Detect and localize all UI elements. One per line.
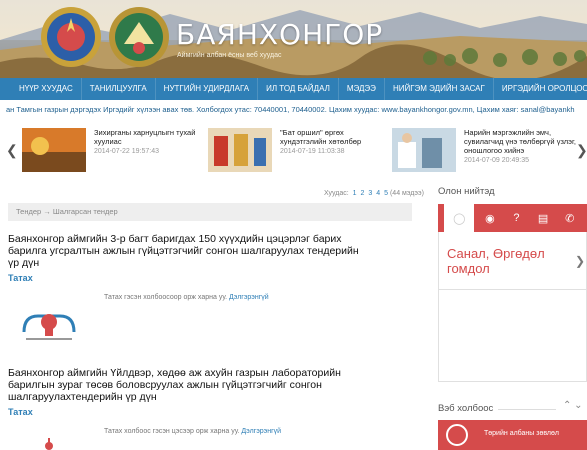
site-title: БАЯНХОНГОР [176, 18, 384, 51]
news-title: "Бат оршил" өргөх хундэтгэлийн хөтөлбөр [280, 128, 362, 146]
council-logo-icon [446, 424, 468, 446]
news-item[interactable]: Зихирганы харнуцлыгн тухай хуулиас 2014-… [22, 126, 212, 174]
news-thumbnail [208, 128, 272, 172]
nav-item-introduction[interactable]: ТАНИЛЦУУЛГА [82, 78, 156, 100]
chat-icon[interactable]: ▤ [532, 207, 554, 229]
article-title[interactable]: Баянхонгор аймгийн 3-р багт баригдах 150… [8, 233, 363, 269]
feedback-panel[interactable]: Санал, Өргөдөл гомдол ❯ [438, 232, 587, 290]
chevron-right-icon: ❯ [575, 254, 586, 268]
page-link[interactable]: 2 [361, 190, 365, 197]
tender-logo-icon [45, 438, 53, 450]
public-section-title: Олон нийтэд [438, 186, 495, 197]
page-link[interactable]: 4 [376, 190, 380, 197]
main-nav: НҮҮР ХУУДАС ТАНИЛЦУУЛГА НУТГИЙН УДИРДЛАГ… [0, 78, 587, 100]
news-title: Зихирганы харнуцлыгн тухай хуулиас [94, 128, 196, 146]
nav-item-civic-participation[interactable]: ИРГЭДИЙН ОРОЛЦОО [494, 78, 587, 100]
public-tabs: ◯ ◉ ? ▤ ✆ [438, 204, 587, 232]
site-subtitle: Аймгийн албан ёсны веб хуудас [177, 52, 282, 59]
pagination: Хуудас: 1 2 3 4 5 (44 мэдээ) [324, 190, 424, 197]
province-emblem-icon [109, 7, 169, 67]
news-date: 2014-07-22 19:57:43 [94, 148, 159, 155]
camera-icon[interactable]: ◉ [479, 207, 501, 229]
weblinks-nav: ⌃ ⌄ [563, 400, 583, 411]
download-link[interactable]: Татах [8, 273, 33, 283]
page-link[interactable]: 5 [384, 190, 388, 197]
news-item[interactable]: Нарийн мэргэжлийн эмч, сувилагчид үнэ тө… [392, 126, 582, 174]
feedback-label: Санал, Өргөдөл гомдол [447, 246, 545, 276]
nav-item-home[interactable]: НҮҮР ХУУДАС [0, 78, 82, 100]
page-link[interactable]: 1 [353, 190, 357, 197]
pagination-count: (44 мэдээ) [389, 190, 424, 197]
news-thumbnail [22, 128, 86, 172]
carousel-next-icon[interactable]: ❯ [576, 142, 587, 159]
news-date: 2014-07-19 11:03:38 [280, 148, 345, 155]
pagination-label: Хуудас: [324, 190, 349, 197]
tender-logo-icon [22, 314, 76, 340]
news-item[interactable]: "Бат оршил" өргөх хундэтгэлийн хөтөлбөр … [208, 126, 398, 174]
header-banner: БАЯНХОНГОР Аймгийн албан ёсны веб хуудас [0, 0, 587, 78]
weblinks-title: Вэб холбоос [438, 403, 494, 414]
chevron-up-icon[interactable]: ⌃ [563, 400, 571, 411]
news-thumbnail [392, 128, 456, 172]
breadcrumb[interactable]: Тендер → Шалгарсан тендер [8, 203, 412, 221]
sidebar-panel-body [438, 290, 587, 382]
carousel-prev-icon[interactable]: ❮ [6, 142, 18, 159]
info-ticker: ан Тамгын газрын дэргэдэх Иргэдийг хүлээ… [6, 105, 575, 114]
weblink-civil-service-council[interactable]: Төрийн албаны зөвлөл [438, 420, 587, 450]
speech-bubble-icon[interactable]: ◯ [444, 204, 475, 232]
download-link[interactable]: Татах [8, 407, 33, 417]
phone-icon[interactable]: ✆ [559, 207, 581, 229]
article-title[interactable]: Баянхонгор аймгийн Үйлдвэр, хөдөө аж аху… [8, 367, 363, 403]
news-title: Нарийн мэргэжлийн эмч, сувилагчид үнэ тө… [464, 128, 576, 155]
page-link[interactable]: 3 [368, 190, 372, 197]
divider [498, 409, 556, 410]
nav-item-local-government[interactable]: НУТГИЙН УДИРДЛАГА [156, 78, 259, 100]
chevron-down-icon[interactable]: ⌄ [574, 400, 582, 411]
nav-item-transparency[interactable]: ИЛ ТОД БАЙДАЛ [258, 78, 339, 100]
question-icon[interactable]: ? [505, 207, 527, 229]
news-carousel: ❮ Зихирганы харнуцлыгн тухай хуулиас 201… [0, 120, 587, 182]
coat-of-arms-icon [41, 7, 101, 67]
details-link[interactable]: Дэлгэрэнгүй [241, 428, 281, 435]
attachment-note: Татах холбоос гэсэн цэсээр орж харна уу.… [104, 428, 282, 435]
nav-item-socio-economic[interactable]: НИЙГЭМ ЭДИЙН ЗАСАГ [385, 78, 494, 100]
details-link[interactable]: Дэлгэрэнгүй [229, 294, 269, 301]
weblink-label: Төрийн албаны зөвлөл [484, 430, 559, 437]
nav-item-news[interactable]: МЭДЭЭ [339, 78, 385, 100]
news-date: 2014-07-09 20:49:35 [464, 157, 529, 164]
attachment-note: Татах гэсэн холбоосоор орж харна уу. Дэл… [104, 294, 269, 301]
